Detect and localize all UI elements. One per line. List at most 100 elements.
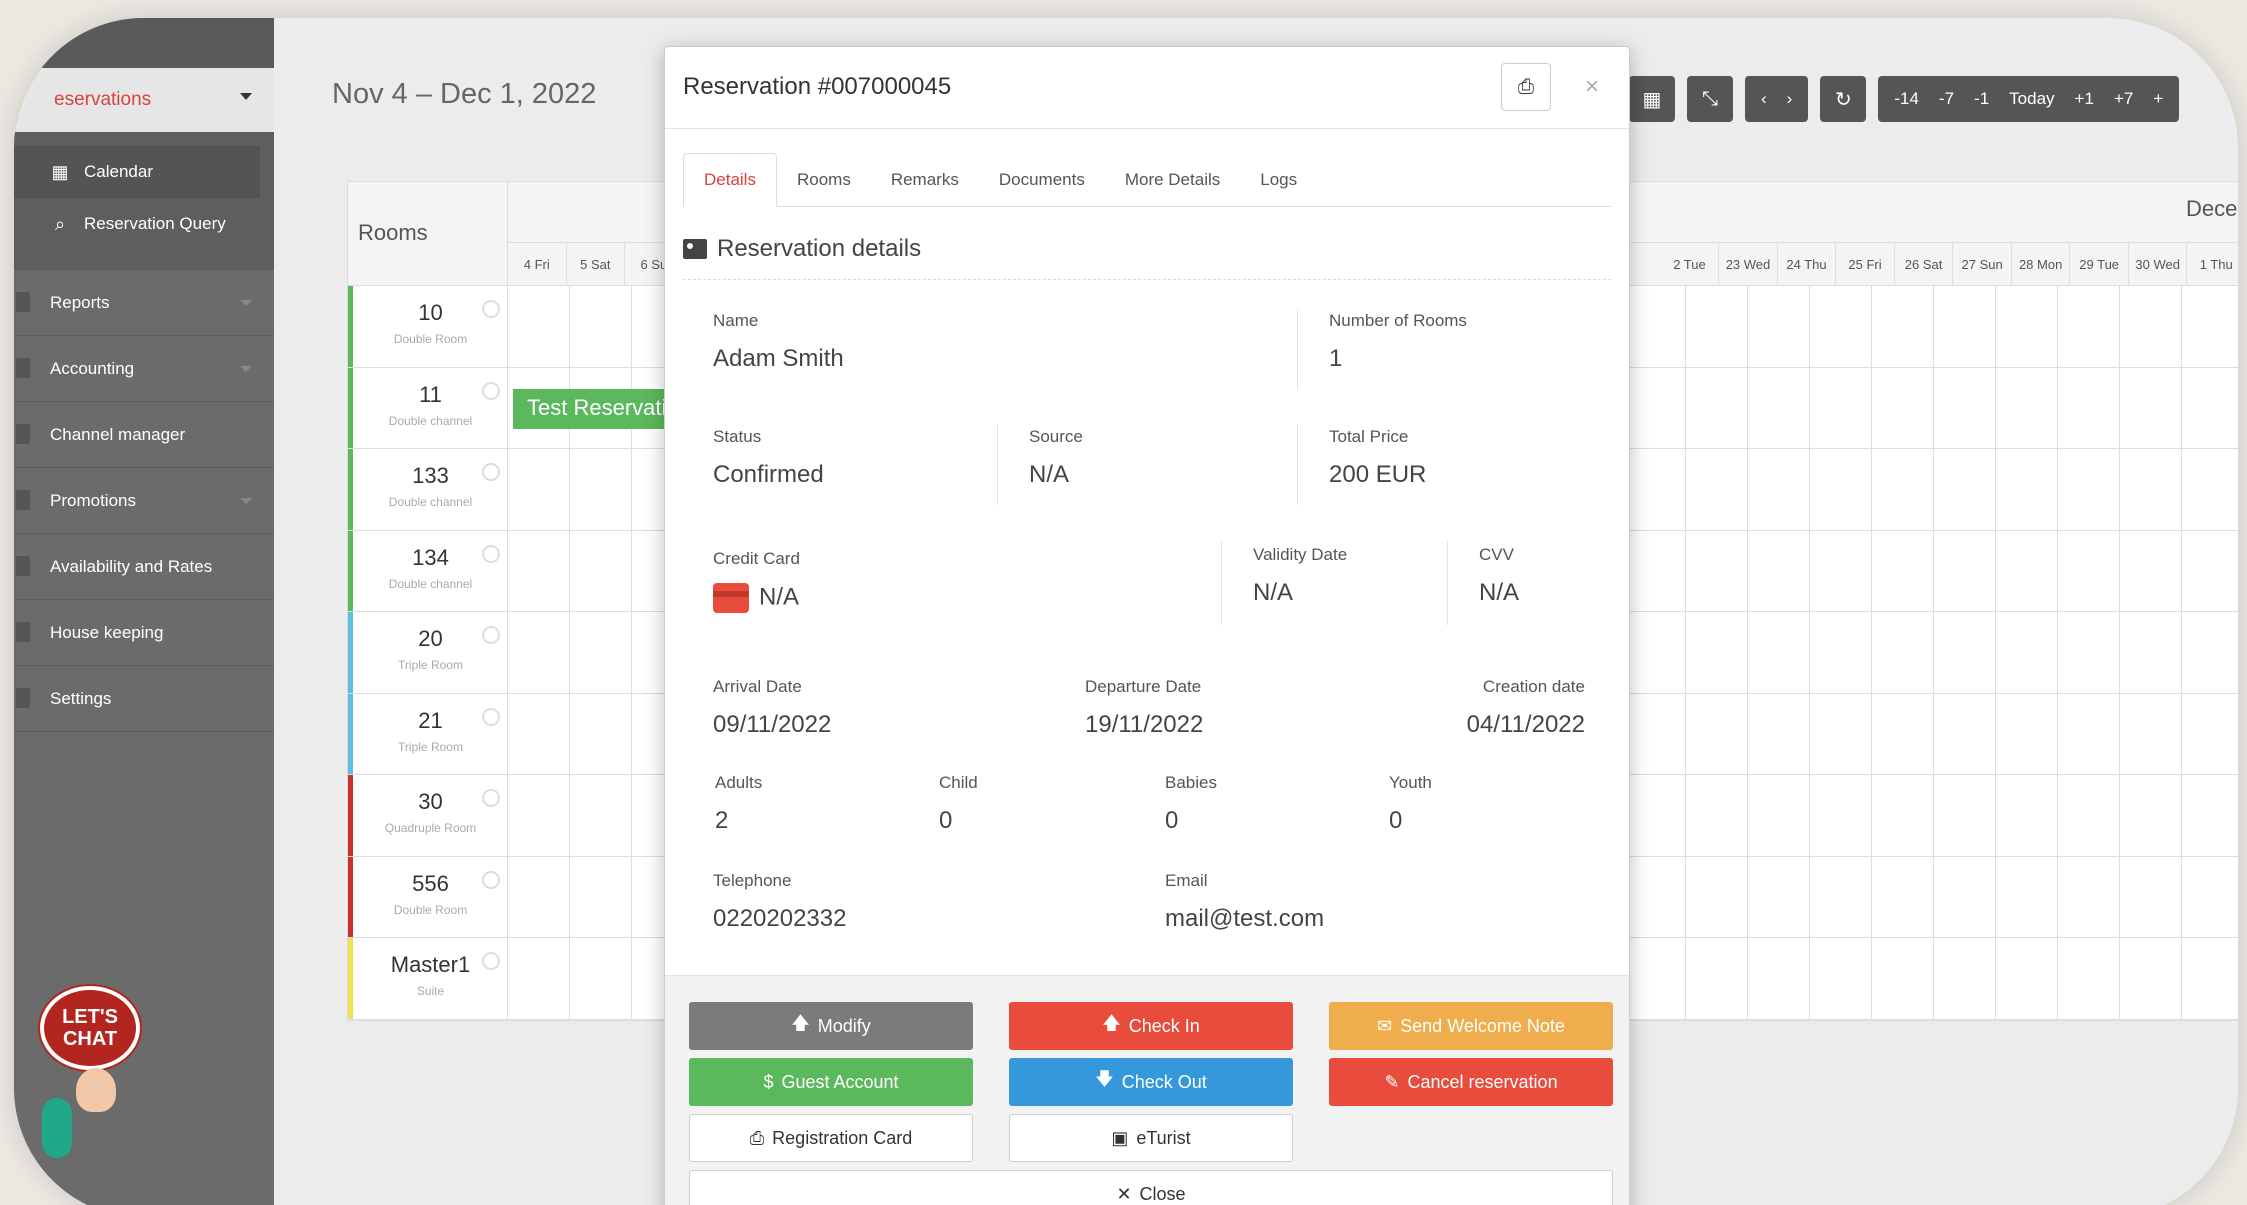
search-icon: ⌕ — [54, 213, 66, 234]
day-header: 26 Sat — [1895, 243, 1954, 286]
field-creation-date: Creation date 04/11/2022 — [1435, 677, 1585, 739]
check-out-button[interactable]: 🡇 Check Out — [1009, 1058, 1293, 1106]
user-icon — [16, 358, 30, 378]
reservation-block[interactable]: Test Reservatio — [513, 389, 673, 429]
print-icon: ⎙ — [1518, 75, 1534, 98]
sidebar-item-label: Calendar — [84, 162, 153, 181]
sidebar-item-availability[interactable]: Availability and Rates — [14, 534, 274, 600]
room-cell[interactable]: 20 Triple Room — [348, 612, 508, 693]
sidebar-item-label: Reports — [50, 292, 110, 312]
sidebar-item-calendar[interactable]: ▦ Calendar — [14, 146, 260, 198]
dollar-icon: $ — [763, 1071, 774, 1092]
collapse-button[interactable]: ⤡ — [1687, 76, 1733, 122]
room-cell[interactable]: Master1 Suite — [348, 938, 508, 1019]
field-label: Total Price — [1329, 427, 1409, 446]
room-cell[interactable]: 134 Double channel — [348, 530, 508, 611]
print-button[interactable]: ⎙ — [1501, 63, 1551, 111]
jump-minus1-button[interactable]: -1 — [1964, 89, 1999, 109]
day-header: 1 Thu — [2187, 243, 2238, 286]
room-status-dot-icon[interactable] — [482, 300, 500, 318]
jump-plus7-button[interactable]: +7 — [2104, 89, 2143, 109]
sidebar-item-reservations[interactable]: eservations — [14, 68, 274, 132]
field-value: N/A — [1253, 579, 1294, 606]
jump-minus14-button[interactable]: -14 — [1884, 89, 1929, 109]
tab-remarks[interactable]: Remarks — [871, 153, 979, 206]
day-header: 2 Tue — [1661, 243, 1720, 286]
sidebar-item-reservation-query[interactable]: ⌕ Reservation Query — [14, 198, 260, 250]
sitemap-icon — [16, 490, 30, 510]
prev-button[interactable]: ‹ — [1751, 89, 1777, 109]
next-button[interactable]: › — [1777, 89, 1803, 109]
room-cell[interactable]: 10 Double Room — [348, 286, 508, 367]
cancel-reservation-button[interactable]: ✎ Cancel reservation — [1329, 1058, 1613, 1106]
list-icon — [16, 292, 30, 312]
close-button[interactable]: ✕ Close — [689, 1170, 1613, 1205]
jump-plus1-button[interactable]: +1 — [2065, 89, 2104, 109]
room-cell[interactable]: 133 Double channel — [348, 449, 508, 530]
calendar-toolbar: ▦ ⤡ ‹ › ↻ -14 -7 -1 Today +1 +7 + — [1629, 76, 2180, 122]
sidebar-item-settings[interactable]: Settings — [14, 666, 274, 732]
tab-rooms[interactable]: Rooms — [777, 153, 871, 206]
day-header: 28 Mon — [2012, 243, 2071, 286]
room-status-dot-icon[interactable] — [482, 870, 500, 889]
room-status-dot-icon[interactable] — [482, 463, 500, 481]
refresh-icon: ↻ — [1834, 88, 1852, 111]
modal-tabs: Details Rooms Remarks Documents More Det… — [683, 153, 1611, 207]
field-value: 200 EUR — [1329, 461, 1427, 488]
field-value: 09/11/2022 — [713, 711, 832, 738]
jump-more-button[interactable]: + — [2143, 89, 2173, 109]
room-status-dot-icon[interactable] — [482, 381, 500, 400]
room-status-dot-icon[interactable] — [482, 952, 500, 970]
field-label: Email — [1165, 871, 1208, 890]
field-value: 04/11/2022 — [1466, 711, 1585, 738]
day-header: 29 Tue — [2070, 243, 2129, 286]
eturist-button[interactable]: ▣ eTurist — [1009, 1114, 1293, 1162]
check-in-label[interactable]: Check In — [1129, 1016, 1200, 1037]
field-youth: Youth 0 — [1389, 773, 1432, 835]
modal-header: Reservation #007000045 ⎙ × — [665, 47, 1629, 129]
sidebar-item-channel-manager[interactable]: Channel manager — [14, 402, 274, 468]
room-cell[interactable]: 11 Double channel — [348, 367, 508, 448]
room-status-dot-icon[interactable] — [482, 707, 500, 726]
field-source: Source N/A — [1029, 427, 1083, 489]
jump-minus7-button[interactable]: -7 — [1929, 89, 1964, 109]
field-status: Status Confirmed — [713, 427, 824, 489]
sidebar-item-accounting[interactable]: Accounting — [14, 336, 274, 402]
divider — [1221, 541, 1222, 625]
room-cell[interactable]: 30 Quadruple Room — [348, 775, 508, 856]
field-adults: Adults 2 — [715, 773, 762, 835]
tab-more-details[interactable]: More Details — [1105, 153, 1240, 206]
tab-details[interactable]: Details — [683, 153, 777, 207]
gear-icon — [16, 688, 30, 708]
section-title: Reservation details — [683, 235, 921, 263]
room-type: Triple Room — [398, 658, 463, 672]
room-type: Double channel — [388, 495, 473, 509]
reservation-modal: Reservation #007000045 ⎙ × Details Rooms… — [664, 46, 1630, 1205]
field-value: N/A — [713, 583, 800, 613]
room-status-dot-icon[interactable] — [482, 544, 500, 563]
modal-close-icon[interactable]: × — [1585, 73, 1599, 101]
sidebar-item-housekeeping[interactable]: House keeping — [14, 600, 274, 666]
field-value: 0220202332 — [713, 905, 847, 932]
room-cell[interactable]: 21 Triple Room — [348, 693, 508, 774]
registration-card-button[interactable]: ⎙ Registration Card — [689, 1114, 973, 1162]
send-welcome-note-button[interactable]: ✉ Send Welcome Note — [1329, 1002, 1613, 1050]
field-cvv: CVV N/A — [1479, 545, 1519, 607]
send-welcome-label: Send Welcome Note — [1400, 1015, 1565, 1036]
calendar-picker-button[interactable]: ▦ — [1629, 76, 1675, 122]
tab-logs[interactable]: Logs — [1240, 153, 1317, 206]
check-icon — [16, 622, 30, 642]
today-button[interactable]: Today — [1999, 89, 2064, 109]
eraser-icon: ✎ — [1384, 1071, 1400, 1092]
chat-widget[interactable]: LET'S CHAT — [40, 986, 146, 1116]
sidebar-item-promotions[interactable]: Promotions — [14, 468, 274, 534]
check-in-button[interactable]: 🡅 Check In — [1009, 1002, 1293, 1050]
refresh-button[interactable]: ↻ — [1820, 76, 1867, 122]
modify-button[interactable]: 🡅 Modify — [689, 1002, 973, 1050]
room-status-dot-icon[interactable] — [482, 626, 500, 644]
tab-documents[interactable]: Documents — [979, 153, 1105, 206]
guest-account-button[interactable]: $ Guest Account — [689, 1058, 973, 1106]
room-cell[interactable]: 556 Double Room — [348, 856, 508, 937]
room-status-dot-icon[interactable] — [482, 789, 500, 807]
sidebar-item-reports[interactable]: Reports — [14, 270, 274, 336]
